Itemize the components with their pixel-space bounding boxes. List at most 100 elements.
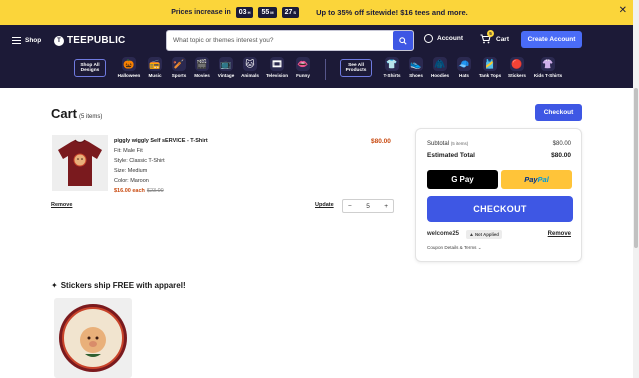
nav-item-music[interactable]: 📻 Music bbox=[142, 57, 168, 78]
item-color: Color: Maroon bbox=[114, 178, 149, 184]
shoes-icon: 👟 bbox=[409, 57, 423, 71]
kids-tshirt-icon: 👚 bbox=[541, 57, 555, 71]
remove-item-link[interactable]: Remove bbox=[51, 202, 72, 208]
item-style: Style: Classic T-Shirt bbox=[114, 158, 165, 164]
increment-button[interactable]: + bbox=[384, 203, 388, 210]
estimated-total-value: $80.00 bbox=[551, 152, 571, 159]
tanktop-icon: 🎽 bbox=[483, 57, 497, 71]
nav-item-halloween[interactable]: 🎃 Halloween bbox=[116, 57, 142, 78]
category-nav: Shop All Designs 🎃 Halloween 📻 Music 🏏 S… bbox=[0, 56, 639, 88]
account-icon bbox=[424, 34, 433, 43]
vintage-icon: 📺 bbox=[219, 57, 233, 71]
movies-icon: 🎬 bbox=[195, 57, 209, 71]
item-name[interactable]: piggly wiggly Self sERVICE - T-Shirt bbox=[114, 136, 208, 146]
search-bar bbox=[166, 30, 414, 51]
page-scrollbar[interactable] bbox=[633, 0, 639, 378]
teepublic-logo[interactable]: T TEEPUBLIC bbox=[54, 35, 125, 46]
shop-all-designs-button[interactable]: Shop All Designs bbox=[74, 59, 106, 77]
music-icon: 📻 bbox=[148, 57, 162, 71]
logo-text: TEEPUBLIC bbox=[67, 35, 126, 46]
television-icon: 🎞 bbox=[270, 57, 284, 71]
quantity-stepper: − 5 + bbox=[342, 199, 394, 213]
nav-item-hats[interactable]: 🧢 Hats bbox=[451, 57, 477, 78]
item-line-total: $80.00 bbox=[371, 138, 391, 145]
funny-icon: 👄 bbox=[296, 57, 310, 71]
sparkle-icon: ✦ bbox=[51, 281, 58, 290]
shop-menu-button[interactable]: Shop bbox=[12, 37, 52, 44]
quantity-value[interactable]: 5 bbox=[366, 203, 370, 210]
paypal-button[interactable]: Pay Pal bbox=[501, 170, 572, 189]
checkout-button[interactable]: CHECKOUT bbox=[427, 196, 573, 222]
hoodie-icon: 🧥 bbox=[433, 57, 447, 71]
hamburger-icon bbox=[12, 37, 21, 44]
account-label: Account bbox=[437, 35, 463, 42]
nav-item-funny[interactable]: 👄 Funny bbox=[290, 57, 316, 78]
estimated-total-row: Estimated Total $80.00 bbox=[427, 152, 571, 159]
sticker-icon: 🔴 bbox=[510, 57, 524, 71]
close-icon[interactable]: ✕ bbox=[619, 5, 627, 16]
countdown-minutes: 55 M bbox=[258, 7, 277, 18]
countdown-seconds: 27 S bbox=[281, 7, 300, 18]
pumpkin-icon: 🎃 bbox=[122, 57, 136, 71]
nav-item-television[interactable]: 🎞 Television bbox=[264, 57, 290, 78]
nav-item-animals[interactable]: 🐱 Animals bbox=[237, 57, 263, 78]
coupon-terms-toggle[interactable]: Coupon Details & Terms ⌄ bbox=[427, 245, 482, 251]
remove-promo-link[interactable]: Remove bbox=[548, 231, 571, 237]
not-applied-badge: ▲ Not Applied bbox=[466, 230, 502, 239]
order-summary: Subtotal (5 items) $80.00 Estimated Tota… bbox=[415, 128, 582, 262]
cart-button[interactable]: 5 Cart bbox=[480, 30, 510, 44]
promo-prefix: Prices increase in bbox=[171, 9, 231, 16]
item-sale-price: $16.00 each bbox=[114, 188, 145, 194]
nav-item-kids-tshirts[interactable]: 👚 Kids T-Shirts bbox=[532, 57, 564, 78]
nav-item-shoes[interactable]: 👟 Shoes bbox=[403, 57, 429, 78]
nav-divider bbox=[325, 59, 326, 80]
nav-item-hoodies[interactable]: 🧥 Hoodies bbox=[427, 57, 453, 78]
search-icon bbox=[399, 36, 407, 45]
nav-item-vintage[interactable]: 📺 Vintage bbox=[213, 57, 239, 78]
cart-count-badge: 5 bbox=[487, 30, 494, 37]
item-size: Size: Medium bbox=[114, 168, 148, 174]
item-count: (5 items) bbox=[79, 114, 103, 120]
animals-icon: 🐱 bbox=[243, 57, 257, 71]
nav-item-movies[interactable]: 🎬 Movies bbox=[189, 57, 215, 78]
checkout-button-top[interactable]: Checkout bbox=[535, 104, 582, 121]
search-button[interactable] bbox=[393, 31, 413, 50]
warning-icon: ▲ bbox=[469, 231, 474, 238]
decrement-button[interactable]: − bbox=[348, 203, 352, 210]
item-original-price: $23.00 bbox=[146, 188, 164, 194]
stickers-heading: ✦ Stickers ship FREE with apparel! bbox=[51, 281, 186, 290]
promo-banner: Prices increase in 03 H 55 M 27 S Up to 35%… bbox=[0, 0, 639, 25]
subtotal-row: Subtotal (5 items) $80.00 bbox=[427, 141, 571, 147]
sticker-product-card[interactable] bbox=[54, 298, 132, 378]
site-header: Shop T TEEPUBLIC Account 5 Cart Create A… bbox=[0, 25, 639, 88]
logo-mark-icon: T bbox=[54, 35, 64, 46]
hat-icon: 🧢 bbox=[457, 57, 471, 71]
see-all-products-button[interactable]: See All Products bbox=[340, 59, 372, 77]
item-fit: Fit: Male Fit bbox=[114, 148, 143, 154]
update-quantity-link[interactable]: Update bbox=[315, 202, 334, 208]
product-image[interactable] bbox=[52, 135, 108, 191]
tshirt-icon: 👕 bbox=[385, 57, 399, 71]
promo-headline: Up to 35% off sitewide! $16 tees and mor… bbox=[316, 8, 468, 17]
promo-code: welcome25 bbox=[427, 231, 460, 237]
sticker-image bbox=[59, 304, 127, 372]
tshirt-image bbox=[58, 139, 102, 186]
subtotal-value: $80.00 bbox=[552, 141, 571, 147]
google-pay-button[interactable]: G Pay bbox=[427, 170, 498, 189]
page-title: Cart (5 items) bbox=[51, 106, 103, 121]
account-button[interactable]: Account bbox=[424, 34, 463, 43]
search-input[interactable] bbox=[167, 31, 393, 50]
scrollbar-thumb[interactable] bbox=[634, 88, 638, 248]
google-g-icon: G bbox=[451, 175, 458, 184]
nav-item-tank-tops[interactable]: 🎽 Tank Tops bbox=[477, 57, 503, 78]
cart-label: Cart bbox=[496, 35, 510, 43]
chevron-down-icon: ⌄ bbox=[477, 245, 482, 250]
sports-icon: 🏏 bbox=[172, 57, 186, 71]
create-account-button[interactable]: Create Account bbox=[521, 31, 582, 48]
nav-item-stickers[interactable]: 🔴 Stickers bbox=[504, 57, 530, 78]
cart-item-details: piggly wiggly Self sERVICE - T-Shirt Fit… bbox=[114, 136, 208, 196]
countdown-hours: 03 H bbox=[235, 7, 254, 18]
cart-page: Cart (5 items) Checkout piggly wiggly Sel… bbox=[0, 88, 639, 378]
shop-label: Shop bbox=[25, 37, 42, 44]
nav-item-tshirts[interactable]: 👕 T-Shirts bbox=[379, 57, 405, 78]
